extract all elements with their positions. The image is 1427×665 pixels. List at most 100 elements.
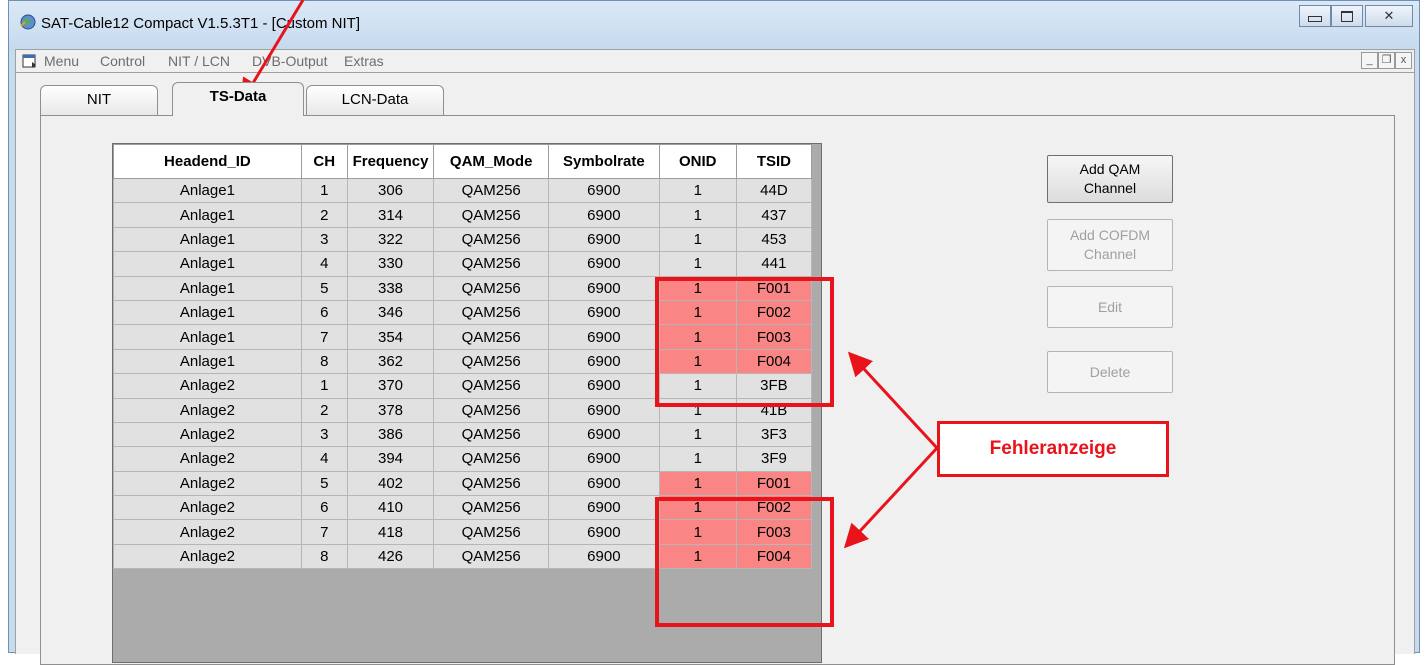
menu-icon[interactable]: [22, 54, 38, 69]
cell-tsid: 3F9: [735, 446, 813, 472]
tab-ts-data[interactable]: TS-Data: [172, 82, 304, 116]
menu-item-menu[interactable]: Menu: [44, 53, 79, 69]
cell-symbolrate: 6900: [548, 202, 660, 228]
cell-symbolrate: 6900: [548, 275, 660, 301]
error-highlight-box-1: [655, 277, 834, 407]
cell-qam-mode: QAM256: [433, 373, 550, 399]
column-header-onid[interactable]: ONID: [658, 144, 737, 179]
cell-qam-mode: QAM256: [433, 397, 550, 423]
cell-ch: 8: [300, 543, 348, 570]
table-row[interactable]: Anlage1 4 330 QAM256 6900 1 441: [113, 251, 813, 277]
add-qam-channel-button[interactable]: Add QAM Channel: [1047, 155, 1173, 203]
cell-symbolrate: 6900: [548, 397, 660, 423]
cell-qam-mode: QAM256: [433, 202, 550, 228]
column-header-headend-id[interactable]: Headend_ID: [113, 144, 302, 179]
cell-headend-id: Anlage2: [113, 373, 302, 399]
tab-nit[interactable]: NIT: [40, 85, 158, 115]
cell-symbolrate: 6900: [548, 470, 660, 497]
column-header-ch[interactable]: CH: [300, 144, 348, 179]
mdi-restore-button[interactable]: ❐: [1378, 52, 1395, 69]
cell-symbolrate: 6900: [548, 348, 660, 375]
cell-qam-mode: QAM256: [433, 299, 550, 326]
cell-qam-mode: QAM256: [433, 348, 550, 375]
table-row[interactable]: Anlage1 2 314 QAM256 6900 1 437: [113, 202, 813, 228]
cell-ch: 3: [300, 226, 348, 253]
cell-symbolrate: 6900: [548, 299, 660, 326]
cell-ch: 7: [300, 324, 348, 350]
cell-ch: 4: [300, 446, 348, 472]
cell-symbolrate: 6900: [548, 421, 660, 448]
cell-frequency: 378: [346, 397, 435, 423]
maximize-button[interactable]: [1331, 5, 1363, 27]
cell-ch: 4: [300, 251, 348, 277]
cell-frequency: 346: [346, 299, 435, 326]
edit-button[interactable]: Edit: [1047, 286, 1173, 328]
cell-symbolrate: 6900: [548, 446, 660, 472]
minimize-button[interactable]: [1299, 5, 1331, 27]
close-icon: ✕: [1383, 8, 1395, 23]
table-row[interactable]: Anlage2 5 402 QAM256 6900 1 F001: [113, 470, 813, 497]
table-row[interactable]: Anlage1 1 306 QAM256 6900 1 44D: [113, 177, 813, 204]
cell-symbolrate: 6900: [548, 324, 660, 350]
delete-button[interactable]: Delete: [1047, 351, 1173, 393]
cell-qam-mode: QAM256: [433, 519, 550, 545]
cell-onid: 1: [658, 202, 737, 228]
cell-symbolrate: 6900: [548, 226, 660, 253]
column-header-qam-mode[interactable]: QAM_Mode: [433, 144, 550, 179]
cell-qam-mode: QAM256: [433, 251, 550, 277]
cell-frequency: 322: [346, 226, 435, 253]
add-cofdm-label-line1: Add COFDM: [1069, 227, 1151, 243]
cell-tsid: F001: [735, 470, 813, 497]
cell-frequency: 330: [346, 251, 435, 277]
menu-bar: Menu Control NIT / LCN DVB-Output Extras…: [15, 49, 1415, 73]
cell-frequency: 410: [346, 495, 435, 521]
cell-onid: 1: [658, 421, 737, 448]
mdi-close-button[interactable]: x: [1395, 52, 1412, 69]
mdi-minimize-button[interactable]: _: [1361, 52, 1378, 69]
cell-ch: 5: [300, 275, 348, 301]
add-qam-label-line1: Add QAM: [1079, 161, 1141, 177]
tab-lcn-data[interactable]: LCN-Data: [306, 85, 444, 115]
cell-ch: 6: [300, 299, 348, 326]
cell-qam-mode: QAM256: [433, 275, 550, 301]
table-row[interactable]: Anlage1 3 322 QAM256 6900 1 453: [113, 226, 813, 253]
table-row[interactable]: Anlage2 4 394 QAM256 6900 1 3F9: [113, 446, 813, 472]
cell-qam-mode: QAM256: [433, 446, 550, 472]
cell-headend-id: Anlage2: [113, 495, 302, 521]
menu-item-control[interactable]: Control: [100, 53, 145, 69]
cell-ch: 8: [300, 348, 348, 375]
cell-onid: 1: [658, 251, 737, 277]
cell-qam-mode: QAM256: [433, 324, 550, 350]
column-header-frequency[interactable]: Frequency: [346, 144, 435, 179]
cell-tsid: 3F3: [735, 421, 813, 448]
menu-item-nit-lcn[interactable]: NIT / LCN: [168, 53, 230, 69]
menu-item-extras[interactable]: Extras: [344, 53, 384, 69]
minimize-icon: [1308, 16, 1322, 22]
cell-onid: 1: [658, 446, 737, 472]
cell-tsid: 437: [735, 202, 813, 228]
cell-qam-mode: QAM256: [433, 421, 550, 448]
cell-headend-id: Anlage1: [113, 275, 302, 301]
error-annotation-label: Fehleranzeige: [937, 421, 1169, 477]
add-cofdm-label-line2: Channel: [1083, 246, 1137, 262]
cell-symbolrate: 6900: [548, 519, 660, 545]
cell-onid: 1: [658, 226, 737, 253]
add-cofdm-channel-button[interactable]: Add COFDM Channel: [1047, 219, 1173, 271]
cell-headend-id: Anlage2: [113, 470, 302, 497]
cell-ch: 3: [300, 421, 348, 448]
cell-ch: 2: [300, 202, 348, 228]
cell-ch: 5: [300, 470, 348, 497]
cell-headend-id: Anlage2: [113, 421, 302, 448]
app-globe-icon[interactable]: [19, 13, 37, 31]
cell-tsid: 453: [735, 226, 813, 253]
cell-headend-id: Anlage1: [113, 251, 302, 277]
column-header-tsid[interactable]: TSID: [735, 144, 813, 179]
cell-onid: 1: [658, 470, 737, 497]
table-row[interactable]: Anlage2 3 386 QAM256 6900 1 3F3: [113, 421, 813, 448]
column-header-symbolrate[interactable]: Symbolrate: [548, 144, 660, 179]
title-bar: SAT-Cable12 Compact V1.5.3T1 - [Custom N…: [9, 1, 1419, 44]
add-qam-label-line2: Channel: [1083, 180, 1137, 196]
cell-frequency: 402: [346, 470, 435, 497]
menu-item-dvb-output[interactable]: DVB-Output: [252, 53, 327, 69]
close-button[interactable]: ✕: [1365, 5, 1413, 27]
